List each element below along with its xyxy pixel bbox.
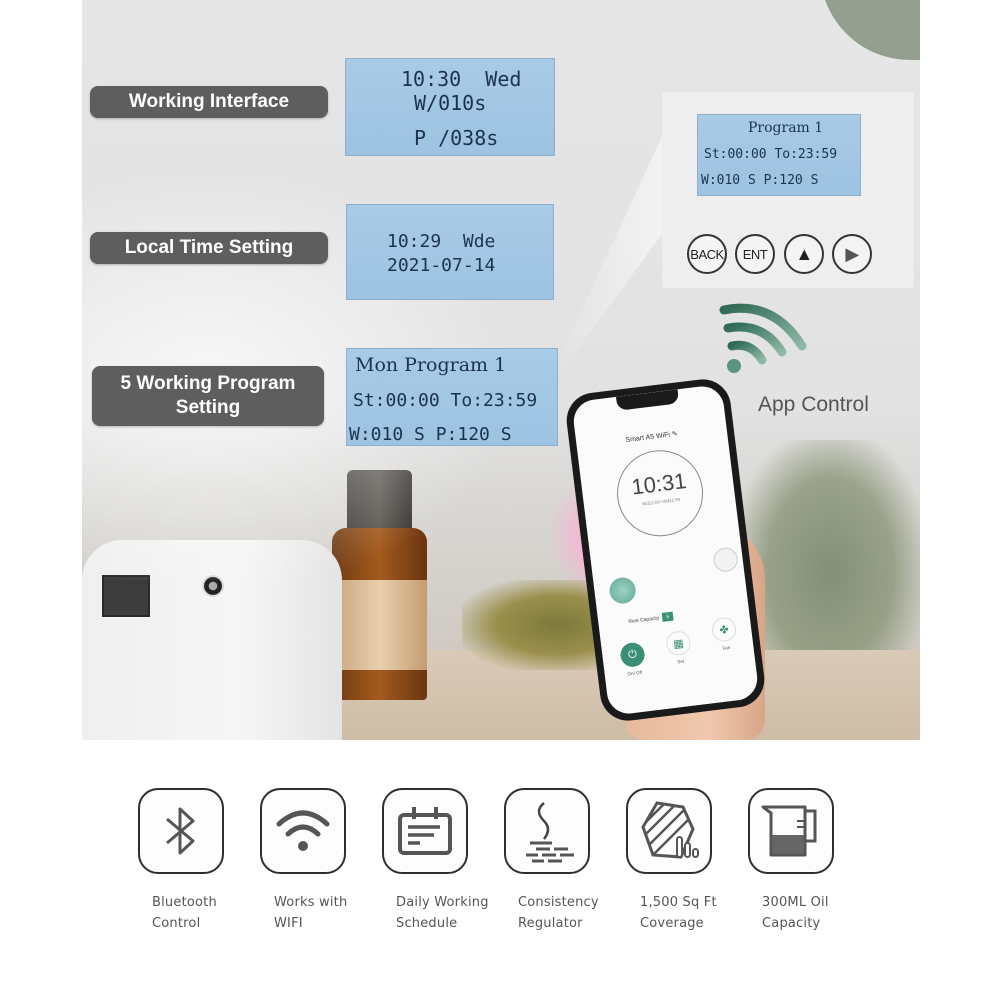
panel-lcd-line1: Program 1 — [748, 120, 824, 136]
lcd-program-line1: Mon Program 1 — [355, 354, 507, 376]
caption-line2: Control — [152, 916, 201, 931]
coverage-area-icon — [641, 801, 699, 859]
power-icon: ⏻ — [627, 647, 638, 661]
app-capacity-value: 5 — [661, 611, 674, 622]
app-fan-button[interactable]: ✤ — [710, 616, 738, 643]
measuring-cup-icon — [761, 805, 817, 857]
feature-wifi: Works with WIFI — [260, 788, 356, 934]
caption-line2: Regulator — [518, 916, 583, 931]
caption-line1: Bluetooth — [152, 895, 217, 910]
feature-schedule: Daily Working Schedule — [382, 788, 489, 934]
settings-grid-icon: ▦ — [672, 637, 685, 651]
feature-bluetooth: Bluetooth Control — [138, 788, 234, 934]
feature-bluetooth-caption: Bluetooth Control — [138, 892, 234, 934]
caption-line1: Consistency — [518, 895, 599, 910]
phone-screen: Smart A5 WiFi ✎ 10:31 Wd12:00~Wd11:59 Re… — [571, 383, 760, 717]
panel-lcd-line3: W:010 S P:120 S — [701, 173, 819, 188]
feature-capacity-caption: 300ML Oil Capacity — [748, 892, 844, 934]
label-working-interface: Working Interface — [90, 86, 328, 118]
app-info-bubble[interactable] — [712, 546, 740, 574]
next-arrow-button[interactable]: ▶ — [832, 234, 872, 274]
feature-icons-row: Bluetooth Control Works with WIFI Daily … — [132, 788, 852, 948]
back-button[interactable]: BACK — [687, 234, 727, 274]
feature-wifi-caption: Works with WIFI — [260, 892, 356, 934]
label-program-setting-line2: Setting — [175, 397, 241, 418]
lcd-local-time: 10:29 Wde 2021-07-14 — [346, 204, 554, 300]
wifi-icon — [276, 810, 330, 851]
right-triangle-icon: ▶ — [845, 243, 859, 264]
caption-line1: 300ML Oil — [762, 895, 829, 910]
app-mode-bubble[interactable] — [608, 576, 638, 606]
label-program-setting-line1: 5 Working Program — [120, 373, 296, 395]
panel-lcd: Program 1 St:00:00 To:23:59 W:010 S P:12… — [697, 114, 861, 196]
bluetooth-icon — [166, 807, 195, 855]
panel-lcd-line2: St:00:00 To:23:59 — [704, 147, 838, 162]
enter-button[interactable]: ENT — [735, 234, 775, 274]
feature-regulator: Consistency Regulator — [504, 788, 600, 934]
caption-line1: Daily Working — [396, 895, 489, 910]
lcd-program-setting: Mon Program 1 St:00:00 To:23:59 W:010 S … — [346, 348, 558, 446]
calendar-icon — [398, 807, 452, 855]
device-control-panel: Program 1 St:00:00 To:23:59 W:010 S P:12… — [662, 92, 914, 288]
caption-line2: Schedule — [396, 916, 458, 931]
feature-wifi-tile — [260, 788, 346, 874]
background-leaf — [820, 0, 920, 60]
lcd-program-line3: W:010 S P:120 S — [349, 424, 512, 445]
app-set-button[interactable]: ▦ — [665, 629, 692, 657]
lcd-working-interface: 10:30 Wed W/010s P /038s — [345, 58, 555, 156]
lcd-working-line2: W/010s — [414, 91, 487, 115]
lcd-time-line2: 2021-07-14 — [387, 255, 496, 276]
phone-notch — [615, 389, 680, 411]
up-triangle-icon: ▲ — [795, 243, 813, 264]
lcd-working-line3: P /038s — [414, 126, 499, 150]
app-fan-label: Fan — [722, 644, 731, 651]
app-clock-dial: 10:31 Wd12:00~Wd11:59 — [612, 445, 708, 542]
caption-line1: 1,500 Sq Ft — [640, 895, 717, 910]
label-program-setting: 5 Working Program Setting — [92, 366, 324, 426]
feature-coverage-tile — [626, 788, 712, 874]
caption-line2: Coverage — [640, 916, 704, 931]
lcd-program-line2: St:00:00 To:23:59 — [353, 390, 538, 411]
app-device-title[interactable]: Smart A5 WiFi ✎ — [576, 424, 727, 450]
feature-coverage-caption: 1,500 Sq Ft Coverage — [626, 892, 722, 934]
feature-bluetooth-tile — [138, 788, 224, 874]
feature-capacity-tile — [748, 788, 834, 874]
fan-icon: ✤ — [718, 623, 730, 637]
lcd-time-line1: 10:29 Wde — [387, 231, 496, 252]
caption-line2: WIFI — [274, 916, 303, 931]
app-capacity-row: Rest Capacity 5 — [628, 611, 674, 626]
feature-coverage: 1,500 Sq Ft Coverage — [626, 788, 722, 934]
caption-line1: Works with — [274, 895, 348, 910]
lcd-working-line1: 10:30 Wed — [401, 67, 522, 91]
steam-regulator-icon — [526, 802, 574, 863]
app-capacity-label: Rest Capacity — [628, 614, 660, 625]
app-control-label: App Control — [758, 393, 869, 416]
app-power-label: On/ Off — [627, 669, 643, 677]
feature-schedule-tile — [382, 788, 468, 874]
app-set-label: Set — [677, 658, 685, 665]
wifi-signal-icon — [719, 303, 807, 373]
label-local-time-setting: Local Time Setting — [90, 232, 328, 264]
diffuser-screen — [102, 575, 150, 617]
caption-line2: Capacity — [762, 916, 821, 931]
feature-regulator-tile — [504, 788, 590, 874]
feature-capacity: 300ML Oil Capacity — [748, 788, 844, 934]
feature-regulator-caption: Consistency Regulator — [504, 892, 600, 934]
app-power-button[interactable]: ⏻ — [619, 641, 646, 669]
feature-schedule-caption: Daily Working Schedule — [382, 892, 489, 934]
up-arrow-button[interactable]: ▲ — [784, 234, 824, 274]
